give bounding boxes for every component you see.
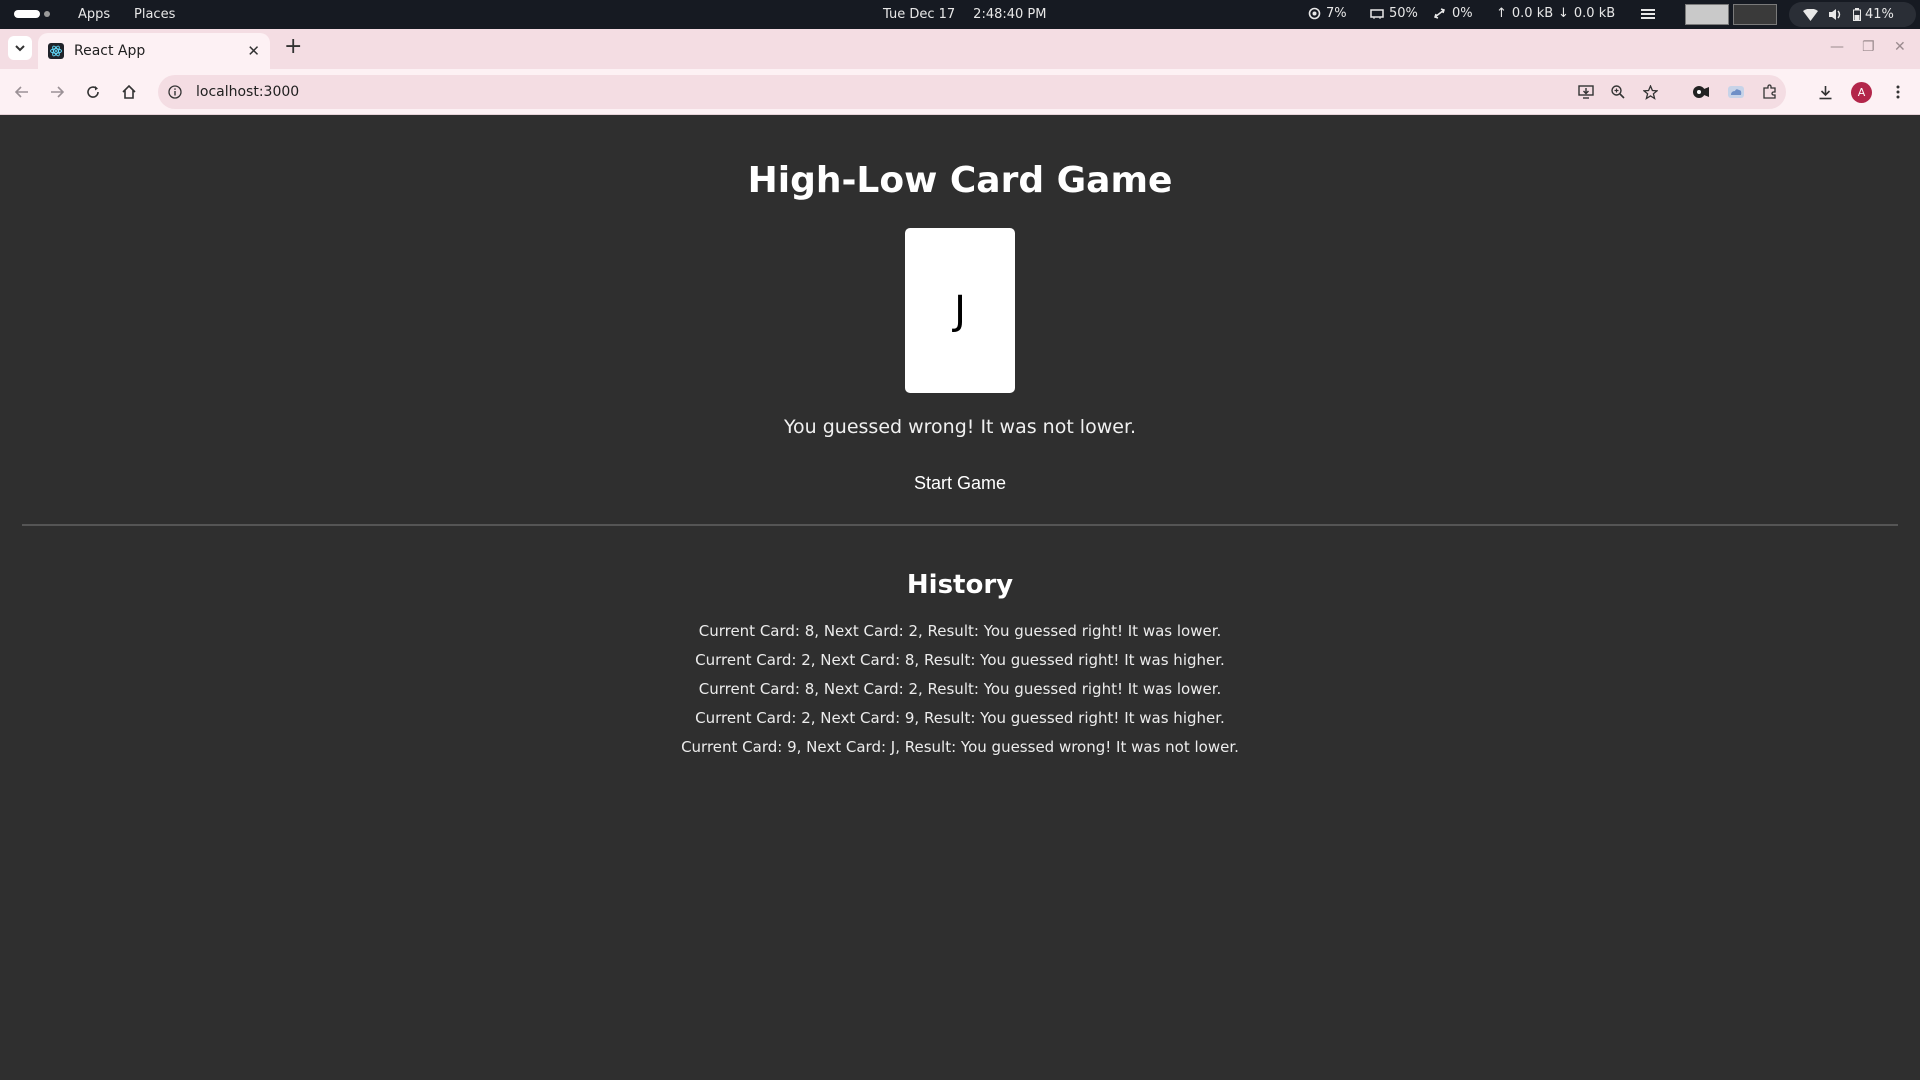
battery-value: 41% — [1865, 7, 1894, 22]
avatar-letter: A — [1857, 86, 1866, 99]
address-bar[interactable]: localhost:3000 — [158, 75, 1758, 109]
swap-icon — [1434, 8, 1445, 19]
forward-arrow-icon — [51, 86, 64, 98]
swap-indicator[interactable]: 0% — [1433, 6, 1473, 21]
history-list: Current Card: 8, Next Card: 2, Result: Y… — [0, 619, 1920, 764]
back-button[interactable] — [12, 82, 32, 102]
system-top-bar: Apps Places Tue Dec 17 2:48:40 PM 7% 50%… — [0, 0, 1920, 29]
install-icon — [1578, 85, 1594, 99]
places-menu[interactable]: Places — [134, 7, 175, 22]
zoom-icon — [1611, 85, 1625, 99]
download-arrow-icon: ↓ — [1558, 6, 1569, 21]
workspace-dot-icon — [44, 11, 50, 17]
history-heading: History — [906, 570, 1014, 600]
download-icon — [1819, 85, 1831, 99]
history-entry: Current Card: 8, Next Card: 2, Result: Y… — [698, 680, 1222, 698]
memory-icon — [1370, 8, 1384, 19]
memory-indicator[interactable]: 50% — [1370, 6, 1418, 21]
kebab-menu-icon — [1896, 85, 1900, 99]
cpu-value: 7% — [1326, 6, 1347, 21]
memory-value: 50% — [1389, 6, 1418, 21]
tab-react-app[interactable]: React App ✕ — [38, 33, 270, 69]
wifi-icon — [1803, 8, 1818, 21]
extensions-puzzle-icon[interactable] — [1762, 84, 1778, 100]
minimize-window-icon[interactable]: — — [1830, 39, 1844, 55]
status-area[interactable]: 41% — [1789, 2, 1916, 27]
browser-toolbar: localhost:3000 A — [0, 69, 1920, 115]
zoom-button[interactable] — [1608, 82, 1628, 102]
history-entry: Current Card: 2, Next Card: 9, Result: Y… — [695, 709, 1225, 727]
upload-arrow-icon: ↑ — [1496, 6, 1507, 21]
battery-indicator: 41% — [1853, 7, 1894, 22]
site-info-icon[interactable] — [168, 85, 182, 99]
cpu-indicator[interactable]: 7% — [1308, 6, 1347, 21]
history-entry: Current Card: 9, Next Card: J, Result: Y… — [681, 738, 1239, 756]
url-text[interactable]: localhost:3000 — [196, 84, 299, 100]
result-message: You guessed wrong! It was not lower. — [783, 416, 1137, 438]
workspace-2-thumbnail[interactable] — [1733, 4, 1777, 25]
tab-title: React App — [74, 43, 146, 59]
reload-button[interactable] — [83, 82, 103, 102]
chevron-down-icon — [15, 44, 25, 51]
bookmark-button[interactable] — [1640, 82, 1660, 102]
browser-menu-button[interactable] — [1888, 82, 1908, 102]
reload-icon — [87, 86, 99, 98]
upload-value: 0.0 kB — [1511, 6, 1554, 21]
close-tab-icon[interactable]: ✕ — [247, 42, 260, 60]
cloud-extension-icon[interactable] — [1727, 85, 1745, 99]
apps-menu[interactable]: Apps — [78, 7, 110, 22]
home-button[interactable] — [119, 82, 139, 102]
browser-tab-strip: React App ✕ + — ❐ ✕ — [0, 29, 1920, 69]
volume-icon — [1829, 9, 1841, 20]
clock-time: 2:48:40 PM — [973, 7, 1047, 22]
current-card: J — [905, 228, 1015, 393]
clock[interactable]: Tue Dec 17 2:48:40 PM — [883, 7, 1046, 22]
swap-value: 0% — [1452, 6, 1473, 21]
download-value: 0.0 kB — [1573, 6, 1616, 21]
screen-recorder-extension-icon[interactable] — [1692, 85, 1710, 99]
profile-avatar[interactable]: A — [1851, 82, 1872, 103]
extensions-group — [1684, 75, 1786, 109]
workspace-pill-icon — [14, 10, 40, 18]
history-entry: Current Card: 8, Next Card: 2, Result: Y… — [698, 622, 1222, 640]
clock-date: Tue Dec 17 — [883, 7, 956, 22]
activities-indicator[interactable] — [14, 10, 50, 18]
forward-button[interactable] — [47, 82, 67, 102]
maximize-window-icon[interactable]: ❐ — [1862, 39, 1875, 55]
new-tab-button[interactable]: + — [284, 36, 302, 58]
tab-search-button[interactable] — [8, 36, 32, 60]
upload-indicator[interactable]: ↑ 0.0 kB — [1496, 6, 1553, 21]
download-indicator[interactable]: ↓ 0.0 kB — [1558, 6, 1615, 21]
workspace-1-thumbnail[interactable] — [1685, 4, 1729, 25]
close-window-icon[interactable]: ✕ — [1894, 39, 1906, 55]
downloads-button[interactable] — [1815, 82, 1835, 102]
card-value: J — [954, 287, 966, 334]
game-title: High-Low Card Game — [747, 160, 1173, 201]
page-content: High-Low Card Game J You guessed wrong! … — [0, 116, 1920, 1080]
tray-menu-icon[interactable] — [1641, 9, 1655, 19]
cpu-icon — [1308, 7, 1321, 20]
battery-icon — [1853, 8, 1861, 21]
history-entry: Current Card: 2, Next Card: 8, Result: Y… — [695, 651, 1225, 669]
section-divider — [22, 524, 1898, 526]
star-icon — [1642, 84, 1658, 100]
install-app-button[interactable] — [1576, 82, 1596, 102]
home-icon — [122, 85, 136, 99]
back-arrow-icon — [15, 86, 28, 98]
react-favicon-icon — [48, 43, 64, 59]
start-game-button[interactable]: Start Game — [900, 468, 1020, 498]
